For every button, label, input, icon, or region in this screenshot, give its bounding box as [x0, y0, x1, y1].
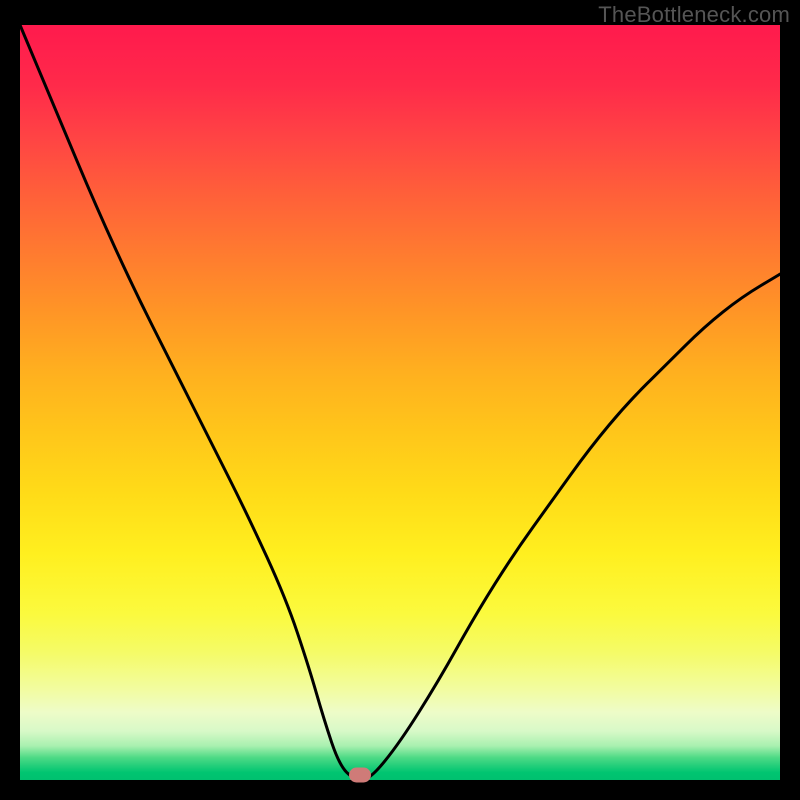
- valley-marker: [349, 768, 371, 783]
- watermark-text: TheBottleneck.com: [598, 2, 790, 28]
- plot-area: [20, 25, 780, 780]
- curve-svg: [20, 25, 780, 780]
- bottleneck-curve: [20, 25, 780, 780]
- chart-frame: TheBottleneck.com: [0, 0, 800, 800]
